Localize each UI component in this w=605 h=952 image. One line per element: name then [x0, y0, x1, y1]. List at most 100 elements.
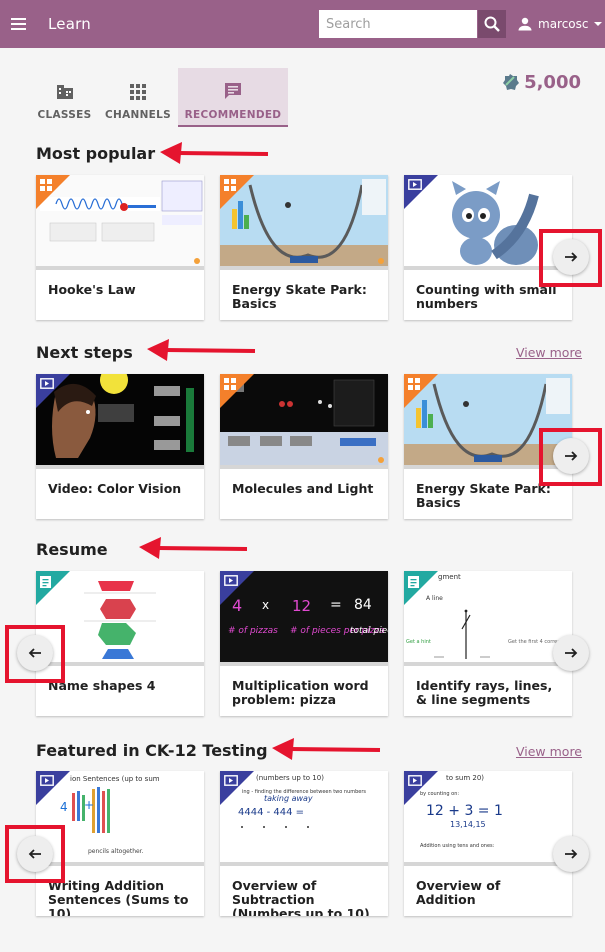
user-menu[interactable]: marcosc [518, 13, 602, 35]
card-thumbnail: 4 x 12 = 84 # of pizzas # of pieces per … [220, 571, 388, 662]
progress-bar [36, 266, 204, 270]
content-card[interactable]: to sum 20) by counting on: 12 + 3 = 1 13… [404, 771, 572, 916]
carousel-prev-button[interactable] [17, 836, 53, 872]
card-title: Identify rays, lines, & line segments [416, 678, 553, 707]
app-icon [40, 179, 52, 191]
recommended-icon [225, 83, 241, 99]
thumbnail-text: 84 [354, 597, 372, 613]
channels-icon [130, 84, 146, 100]
thumbnail-text: pencils altogether. [88, 848, 144, 855]
tab-label: RECOMMENDED [184, 109, 282, 121]
content-card[interactable]: ion Sentences (up to sum 4 + pencils alt… [36, 771, 204, 916]
card-thumbnail [220, 175, 388, 266]
thumbnail-text: to sum 20) [446, 774, 484, 782]
progress-bar [36, 862, 204, 866]
content-card[interactable]: gment A line Get a hint Get the first 4 … [404, 571, 572, 716]
content-card[interactable]: 4 x 12 = 84 # of pizzas # of pieces per … [220, 571, 388, 716]
app-icon [224, 378, 236, 390]
card-title: Multiplication word problem: pizza [232, 678, 369, 707]
card-title: Energy Skate Park: Basics [416, 481, 551, 510]
exercise-icon [408, 576, 419, 588]
section-title: Most popular [36, 144, 156, 163]
thumbnail-text: # of pizzas [228, 626, 278, 636]
annotation-arrow-icon [160, 142, 269, 164]
tab-classes[interactable]: CLASSES [32, 68, 97, 127]
content-card[interactable]: Counting with small numbers [404, 175, 572, 320]
carousel-prev-button[interactable] [17, 635, 53, 671]
search-button[interactable] [478, 10, 506, 38]
search-input[interactable] [319, 10, 477, 38]
thumbnail-text: taking away [264, 794, 313, 803]
progress-bar [36, 662, 204, 666]
content-card[interactable]: Name shapes 4 [36, 571, 204, 716]
content-card[interactable]: Energy Skate Park: Basics [404, 374, 572, 519]
arrow-right-icon [565, 451, 578, 461]
thumbnail-text: ion Sentences (up to sum [70, 775, 160, 783]
points-icon [503, 74, 520, 90]
tab-label: CHANNELS [104, 109, 172, 121]
progress-bar [36, 465, 204, 469]
points-value: 5,000 [524, 71, 581, 93]
tab-label: CLASSES [37, 109, 92, 121]
card-title: Molecules and Light [232, 481, 374, 496]
thumbnail-text: 4444 - 444 = [238, 807, 304, 818]
content-card[interactable]: Hooke's Law [36, 175, 204, 320]
thumbnail-text: = [330, 597, 342, 613]
progress-bar [404, 266, 572, 270]
thumbnail-text: x [262, 598, 269, 612]
annotation-arrow-icon [272, 738, 381, 760]
card-title: Hooke's Law [48, 282, 136, 297]
video-icon [224, 775, 238, 786]
card-title: Writing Addition Sentences (Sums to 10) [48, 878, 189, 917]
carousel-next-button[interactable] [553, 438, 589, 474]
thumbnail-text: Get a hint [406, 639, 431, 645]
arrow-right-icon [565, 648, 578, 658]
carousel-next-button[interactable] [553, 635, 589, 671]
card-thumbnail [404, 175, 572, 266]
carousel-next-button[interactable] [553, 239, 589, 275]
person-icon [518, 17, 532, 31]
card-thumbnail [36, 571, 204, 662]
content-card[interactable]: Molecules and Light [220, 374, 388, 519]
menu-icon[interactable] [8, 12, 32, 36]
content-card[interactable]: Energy Skate Park: Basics [220, 175, 388, 320]
progress-bar [220, 266, 388, 270]
card-thumbnail [36, 175, 204, 266]
progress-bar [220, 862, 388, 866]
content-card[interactable]: (numbers up to 10) taking away ing - fin… [220, 771, 388, 916]
app-icon [408, 378, 420, 390]
thumbnail-text: + [84, 798, 94, 812]
card-thumbnail: gment A line Get a hint Get the first 4 … [404, 571, 572, 662]
video-icon [408, 775, 422, 786]
arrow-left-icon [28, 648, 41, 658]
arrow-left-icon [28, 849, 41, 859]
progress-bar [220, 662, 388, 666]
card-thumbnail [36, 374, 204, 465]
card-title: Overview of Subtraction (Numbers up to 1… [232, 878, 370, 917]
content-card[interactable]: Video: Color Vision [36, 374, 204, 519]
card-thumbnail: (numbers up to 10) taking away ing - fin… [220, 771, 388, 862]
thumbnail-text: 12 + 3 = 1 [426, 803, 503, 819]
classes-icon [56, 85, 73, 99]
progress-bar [220, 465, 388, 469]
section-title: Next steps [36, 343, 133, 362]
tab-recommended[interactable]: RECOMMENDED [178, 68, 288, 127]
tab-channels[interactable]: CHANNELS [102, 68, 174, 127]
exercise-icon [40, 576, 51, 588]
carousel-next-button[interactable] [553, 836, 589, 872]
thumbnail-text: 12 [292, 597, 311, 615]
thumbnail-text: gment [438, 573, 461, 581]
search-icon [484, 16, 500, 32]
progress-bar [404, 662, 572, 666]
thumbnail-text: total pieces [350, 626, 388, 636]
card-thumbnail: ion Sentences (up to sum 4 + pencils alt… [36, 771, 204, 862]
view-more-link[interactable]: View more [516, 744, 582, 759]
progress-bar [404, 862, 572, 866]
view-more-link[interactable]: View more [516, 345, 582, 360]
thumbnail-text: (numbers up to 10) [256, 774, 324, 782]
card-thumbnail [404, 374, 572, 465]
video-icon [40, 775, 54, 786]
card-title: Name shapes 4 [48, 678, 156, 693]
progress-bar [404, 465, 572, 469]
section-title: Featured in CK-12 Testing [36, 741, 268, 760]
